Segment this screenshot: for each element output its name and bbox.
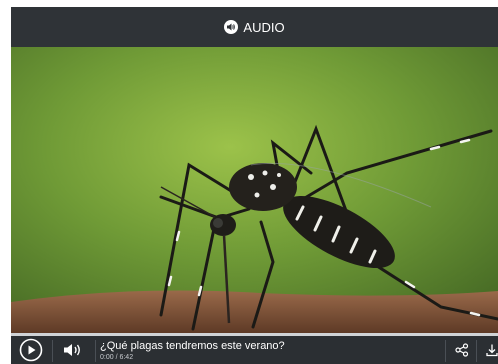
track-time: 0:00 / 6:42 bbox=[100, 354, 134, 361]
share-icon bbox=[455, 343, 469, 357]
download-button[interactable] bbox=[481, 336, 498, 364]
audio-label: AUDIO bbox=[243, 19, 285, 35]
divider bbox=[95, 340, 96, 362]
audio-badge: AUDIO bbox=[224, 19, 285, 35]
mosquito-image bbox=[11, 47, 498, 333]
volume-icon bbox=[64, 344, 80, 356]
track-title: ¿Qué plagas tendremos este verano? bbox=[100, 340, 285, 352]
divider bbox=[476, 340, 477, 362]
track-info: ¿Qué plagas tendremos este verano? 0:00 … bbox=[100, 340, 285, 362]
share-button[interactable] bbox=[451, 336, 473, 364]
divider bbox=[52, 340, 53, 362]
play-button[interactable] bbox=[17, 336, 45, 364]
audio-player: AUDIO ¿Qué plagas tendremos este verano?… bbox=[11, 7, 498, 364]
speaker-icon bbox=[224, 20, 239, 34]
divider bbox=[445, 340, 446, 362]
volume-button[interactable] bbox=[59, 336, 89, 364]
player-header: AUDIO bbox=[11, 7, 498, 47]
control-bar: ¿Qué plagas tendremos este verano? 0:00 … bbox=[11, 336, 498, 364]
download-icon bbox=[486, 344, 498, 357]
play-icon bbox=[19, 338, 43, 362]
